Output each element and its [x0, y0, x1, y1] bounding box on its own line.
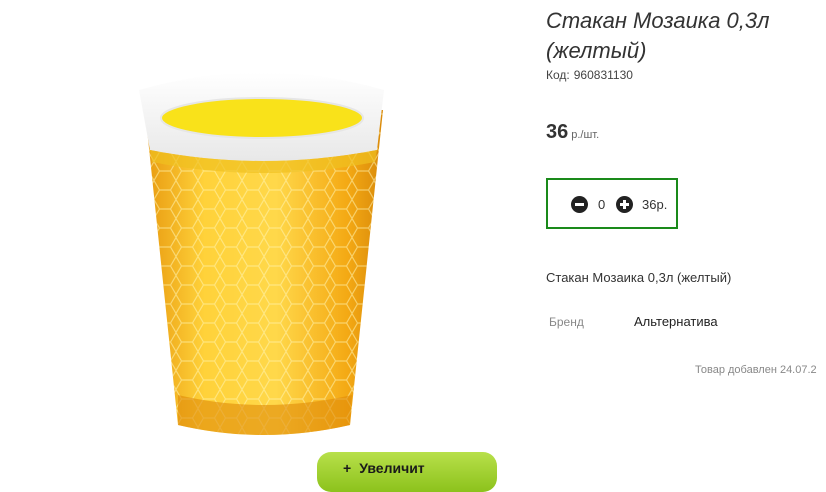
- added-date-container: Товар добавлен 24.07.2: [695, 364, 826, 380]
- quantity-sum: 36р.: [642, 197, 668, 212]
- cup-illustration: [139, 72, 384, 435]
- brand-label: Бренд: [549, 315, 584, 329]
- product-image[interactable]: [0, 0, 530, 467]
- product-price: 36 р./шт.: [546, 121, 599, 144]
- minus-icon[interactable]: [571, 196, 588, 213]
- quantity-stepper: 0 36р.: [546, 178, 678, 229]
- price-value: 36: [546, 121, 569, 143]
- add-to-cart-button[interactable]: + Увеличит: [317, 452, 497, 492]
- add-to-cart-label: Увеличит: [359, 460, 425, 476]
- added-date-text: Товар добавлен 24.07.2: [695, 364, 817, 376]
- price-unit: р./шт.: [571, 129, 600, 141]
- product-code-label: Код:: [546, 68, 570, 82]
- product-code-value: 960831130: [573, 68, 633, 82]
- product-title: Стакан Мозаика 0,3л (желтый): [546, 8, 770, 63]
- plus-icon: +: [343, 460, 352, 476]
- plus-icon[interactable]: [616, 196, 633, 213]
- product-code: Код: 960831130: [546, 68, 637, 82]
- brand-value[interactable]: Альтернатива: [634, 314, 718, 329]
- quantity-value: 0: [598, 197, 606, 212]
- product-description: Стакан Мозаика 0,3л (желтый): [546, 270, 732, 285]
